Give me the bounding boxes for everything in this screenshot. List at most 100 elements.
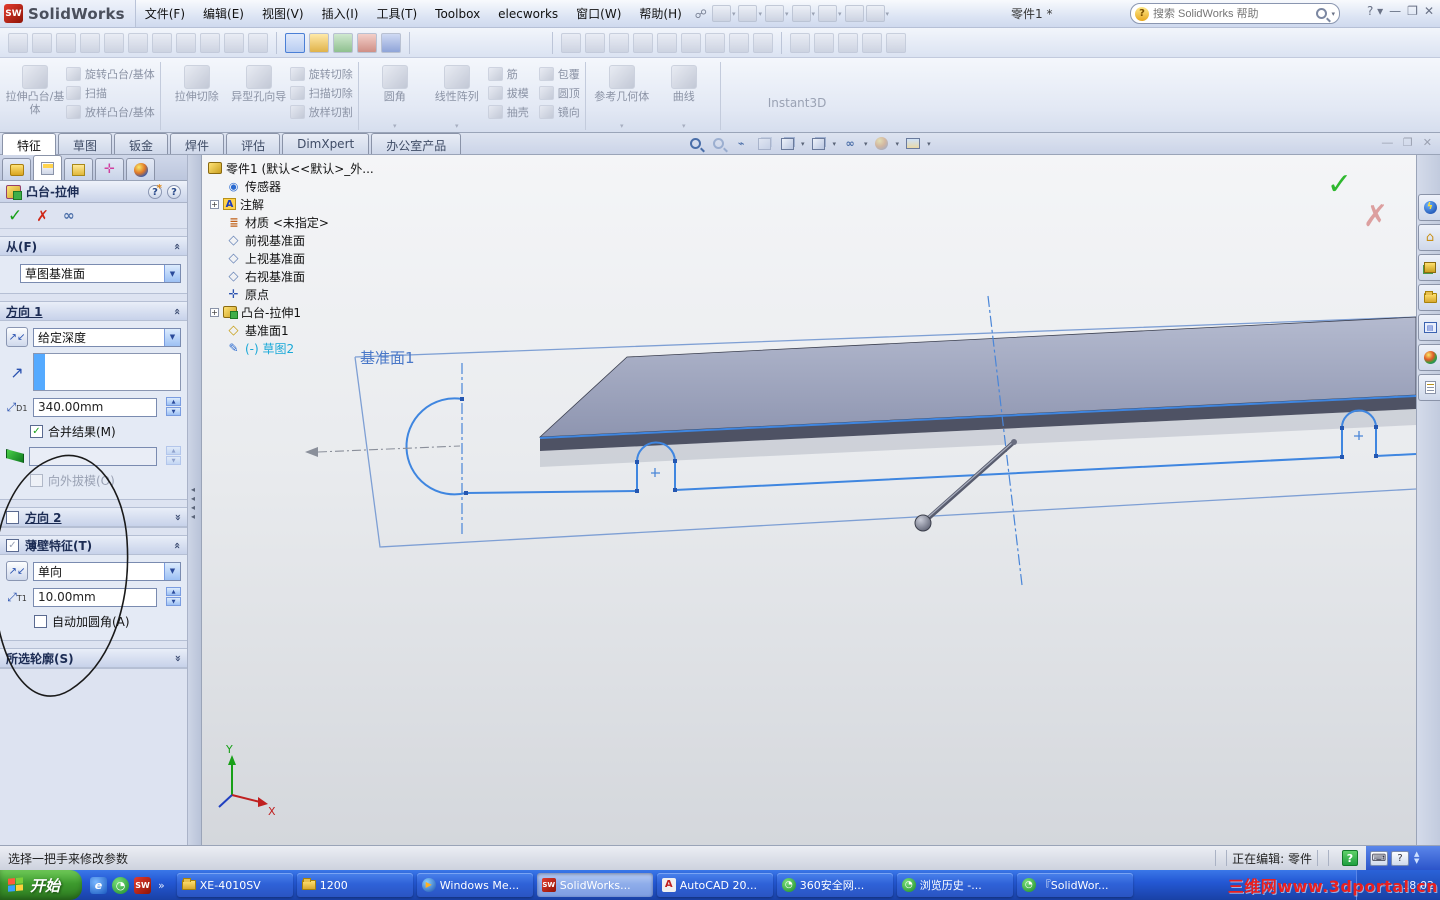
display-style-icon[interactable] bbox=[809, 134, 829, 153]
minimize-button[interactable]: — bbox=[1389, 4, 1401, 18]
zebra-icon[interactable] bbox=[753, 33, 773, 53]
tab-configuration-manager[interactable] bbox=[64, 158, 93, 180]
start-button[interactable]: 开始 bbox=[0, 870, 82, 900]
revolve-boss-button[interactable]: 旋转凸台/基体 bbox=[66, 66, 155, 82]
construction-line-horizontal[interactable] bbox=[318, 446, 460, 452]
menu-insert[interactable]: 插入(I) bbox=[313, 1, 368, 26]
linear-pattern-button[interactable]: 线性阵列 ▾ bbox=[426, 62, 488, 130]
toolbar-icon[interactable] bbox=[104, 33, 124, 53]
reverse-direction-button[interactable]: ↗↙ bbox=[6, 327, 28, 347]
menu-window[interactable]: 窗口(W) bbox=[567, 1, 630, 26]
taskbar-button-1200[interactable]: 1200 bbox=[297, 873, 413, 897]
tree-item-front-plane[interactable]: ◇ 前视基准面 bbox=[208, 231, 398, 249]
dome-button[interactable]: 圆顶 bbox=[539, 85, 580, 101]
tab-view-palette[interactable]: ▤ bbox=[1418, 314, 1440, 341]
reference-geometry-caret-icon[interactable]: ▾ bbox=[620, 122, 624, 130]
solidworks-quicklaunch-icon[interactable]: SW bbox=[134, 877, 151, 894]
depth-input[interactable]: 340.00mm bbox=[33, 398, 157, 417]
zoom-area-icon[interactable] bbox=[708, 134, 728, 153]
graphics-viewport[interactable]: Y X 基准面1 ✓ ✗ 零件1 (默认<<默认>_外... ◉ 传感器 +A … bbox=[202, 155, 1416, 845]
merge-result-checkbox[interactable]: ✓ 合并结果(M) bbox=[30, 423, 181, 440]
tree-item-right-plane[interactable]: ◇ 右视基准面 bbox=[208, 267, 398, 285]
appearance-icon[interactable] bbox=[285, 33, 305, 53]
confirm-cancel-icon[interactable]: ✗ bbox=[1363, 199, 1388, 234]
taskbar-button-solidworks[interactable]: SWSolidWorks... bbox=[537, 873, 653, 897]
dropdown-arrow-icon[interactable]: ▼ bbox=[164, 265, 180, 282]
select-icon[interactable] bbox=[845, 5, 864, 22]
toolbar-icon[interactable] bbox=[56, 33, 76, 53]
drag-handle-rod[interactable] bbox=[923, 442, 1014, 523]
spin-up-icon[interactable]: ▲ bbox=[166, 587, 181, 596]
auto-fillet-checkbox[interactable]: 自动加圆角(A) bbox=[34, 613, 181, 630]
spin-up-icon[interactable]: ▲ bbox=[166, 397, 181, 406]
thin-feature-checkbox[interactable]: ✓ bbox=[6, 539, 19, 552]
thickness-input[interactable]: 10.00mm bbox=[33, 588, 157, 607]
tab-property-manager[interactable] bbox=[33, 155, 62, 180]
tab-sketch[interactable]: 草图 bbox=[58, 133, 112, 154]
tree-item-material[interactable]: ≣ 材质 <未指定> bbox=[208, 213, 398, 231]
language-help-icon[interactable]: ? bbox=[1391, 851, 1409, 866]
from-plane-dropdown[interactable]: 草图基准面 ▼ bbox=[20, 264, 181, 283]
zoom-fit-icon[interactable] bbox=[685, 134, 705, 153]
curves-button[interactable]: 曲线 ▾ bbox=[653, 62, 715, 130]
tab-dimxpert-manager[interactable]: ✛ bbox=[95, 158, 124, 180]
extrude-cut-button[interactable]: 拉伸切除 bbox=[166, 62, 228, 130]
toolbar-icon[interactable] bbox=[128, 33, 148, 53]
tree-root[interactable]: 零件1 (默认<<默认>_外... bbox=[208, 159, 398, 177]
doc-minimize-icon[interactable]: ― bbox=[1382, 136, 1393, 149]
view-orientation-icon[interactable] bbox=[777, 134, 797, 153]
menu-tools[interactable]: 工具(T) bbox=[367, 1, 426, 26]
instant3d-button[interactable]: Instant3D bbox=[726, 62, 837, 130]
draft-button[interactable]: 拔模 bbox=[488, 85, 529, 101]
pm-help-pin-icon[interactable]: ? bbox=[148, 185, 162, 199]
taskbar-button-solidworks-doc[interactable]: ◔『SolidWor... bbox=[1017, 873, 1133, 897]
help-search-box[interactable]: ? ▾ bbox=[1130, 3, 1340, 24]
tab-feature-manager[interactable] bbox=[2, 158, 31, 180]
tree-item-boss-extrude1[interactable]: + 凸台-拉伸1 bbox=[208, 303, 398, 321]
spin-down-icon[interactable]: ▼ bbox=[166, 407, 181, 416]
direction2-checkbox[interactable] bbox=[6, 511, 19, 524]
section-properties-icon[interactable] bbox=[633, 33, 653, 53]
magnifying-glass-icon[interactable]: ⌁ bbox=[731, 134, 751, 153]
tree-item-annotations[interactable]: +A 注解 bbox=[208, 195, 398, 213]
pm-help-icon[interactable]: ? bbox=[167, 185, 181, 199]
tree-item-plane1[interactable]: ◇ 基准面1 bbox=[208, 321, 398, 339]
save-icon[interactable] bbox=[765, 5, 784, 22]
hole-wizard-button[interactable]: 异型孔向导 bbox=[228, 62, 290, 130]
tree-item-sketch2[interactable]: ✎ (-) 草图2 bbox=[208, 339, 398, 357]
taskbar-button-autocad[interactable]: AAutoCAD 20... bbox=[657, 873, 773, 897]
verify-icon[interactable] bbox=[862, 33, 882, 53]
curves-caret-icon[interactable]: ▾ bbox=[682, 122, 686, 130]
thin-type-dropdown[interactable]: 单向 ▼ bbox=[33, 562, 181, 581]
print-icon[interactable] bbox=[792, 5, 811, 22]
open-document-icon[interactable] bbox=[738, 5, 757, 22]
sweep-cut-button[interactable]: 扫描切除 bbox=[290, 85, 353, 101]
equations-icon[interactable] bbox=[705, 33, 725, 53]
toolbar-icon[interactable] bbox=[8, 33, 28, 53]
tree-item-top-plane[interactable]: ◇ 上视基准面 bbox=[208, 249, 398, 267]
pin-menu-icon[interactable]: ☍ bbox=[695, 7, 707, 21]
toolbar-icon[interactable] bbox=[200, 33, 220, 53]
language-bar[interactable]: ⌨ ? ▲▼ bbox=[1366, 846, 1440, 871]
tab-weldments[interactable]: 焊件 bbox=[170, 133, 224, 154]
sweep-button[interactable]: 扫描 bbox=[66, 85, 155, 101]
delete-face-icon[interactable] bbox=[357, 33, 377, 53]
fillet-caret-icon[interactable]: ▾ bbox=[393, 122, 397, 130]
tab-file-explorer[interactable] bbox=[1418, 284, 1440, 311]
tab-custom-properties[interactable] bbox=[1418, 374, 1440, 401]
tab-sheet-metal[interactable]: 钣金 bbox=[114, 133, 168, 154]
tree-item-origin[interactable]: ✛ 原点 bbox=[208, 285, 398, 303]
loft-cut-button[interactable]: 放样切割 bbox=[290, 104, 353, 120]
fillet-button[interactable]: 圆角 ▾ bbox=[364, 62, 426, 130]
taskbar-button-history[interactable]: ◔浏览历史 -... bbox=[897, 873, 1013, 897]
keyboard-icon[interactable]: ⌨ bbox=[1370, 851, 1388, 866]
expand-plus-icon[interactable]: + bbox=[210, 200, 219, 209]
check-icon[interactable] bbox=[657, 33, 677, 53]
deviation-icon[interactable] bbox=[729, 33, 749, 53]
tab-display-manager[interactable] bbox=[126, 158, 155, 180]
ok-button[interactable]: ✓ bbox=[8, 206, 22, 226]
confirm-ok-icon[interactable]: ✓ bbox=[1327, 167, 1352, 202]
section-direction1-header[interactable]: 方向 1 « bbox=[0, 302, 187, 321]
spin-down-icon[interactable]: ▼ bbox=[166, 597, 181, 606]
wrap-button[interactable]: 包覆 bbox=[539, 66, 580, 82]
